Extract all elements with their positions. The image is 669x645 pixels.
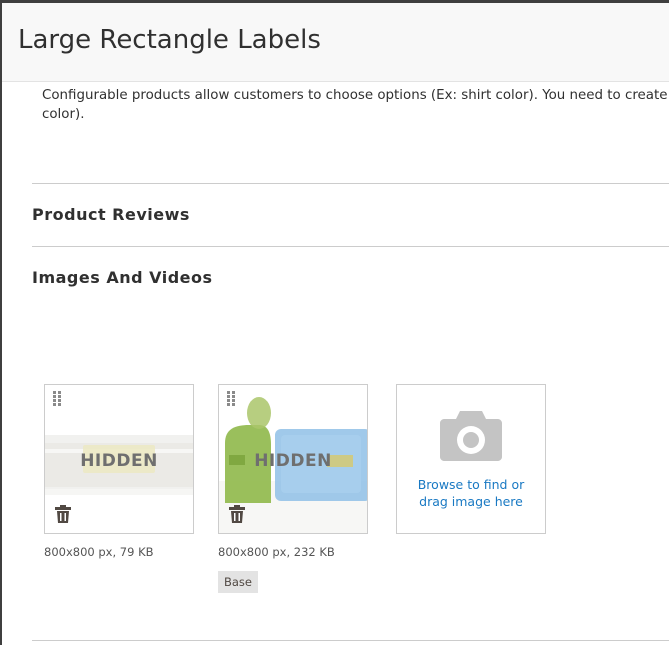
trash-icon[interactable] bbox=[55, 505, 71, 523]
camera-icon bbox=[440, 411, 502, 461]
image-thumbnail-2[interactable]: HIDDEN bbox=[218, 384, 368, 534]
configurable-description-line2: color). bbox=[42, 107, 85, 122]
upload-instructions[interactable]: Browse to find or drag image here bbox=[397, 476, 545, 510]
hidden-label: HIDDEN bbox=[254, 451, 332, 471]
upload-line2[interactable]: drag image here bbox=[397, 493, 545, 510]
configurable-description-line1: Configurable products allow customers to… bbox=[42, 88, 669, 103]
image-meta-2: 800x800 px, 232 KB bbox=[218, 545, 335, 559]
drag-handle-icon[interactable] bbox=[227, 391, 237, 407]
upload-line1[interactable]: Browse to find or bbox=[397, 476, 545, 493]
trash-icon[interactable] bbox=[229, 505, 245, 523]
section-title-product-reviews[interactable]: Product Reviews bbox=[32, 205, 190, 224]
image-thumbnail-1[interactable]: HIDDEN bbox=[44, 384, 194, 534]
image-meta-1: 800x800 px, 79 KB bbox=[44, 545, 154, 559]
section-divider bbox=[32, 246, 669, 247]
section-divider bbox=[32, 640, 669, 641]
image-role-badge: Base bbox=[218, 571, 259, 593]
configurable-description: Configurable products allow customers to… bbox=[42, 86, 669, 124]
modal-title: Large Rectangle Labels bbox=[18, 25, 321, 55]
modal-header: Large Rectangle Labels bbox=[2, 3, 669, 82]
drag-handle-icon[interactable] bbox=[53, 391, 63, 407]
hidden-label: HIDDEN bbox=[80, 451, 158, 471]
section-divider bbox=[32, 183, 669, 184]
section-title-images-and-videos[interactable]: Images And Videos bbox=[32, 268, 213, 287]
modal-left-edge bbox=[0, 0, 2, 645]
image-upload-dropzone[interactable]: Browse to find or drag image here bbox=[396, 384, 546, 534]
